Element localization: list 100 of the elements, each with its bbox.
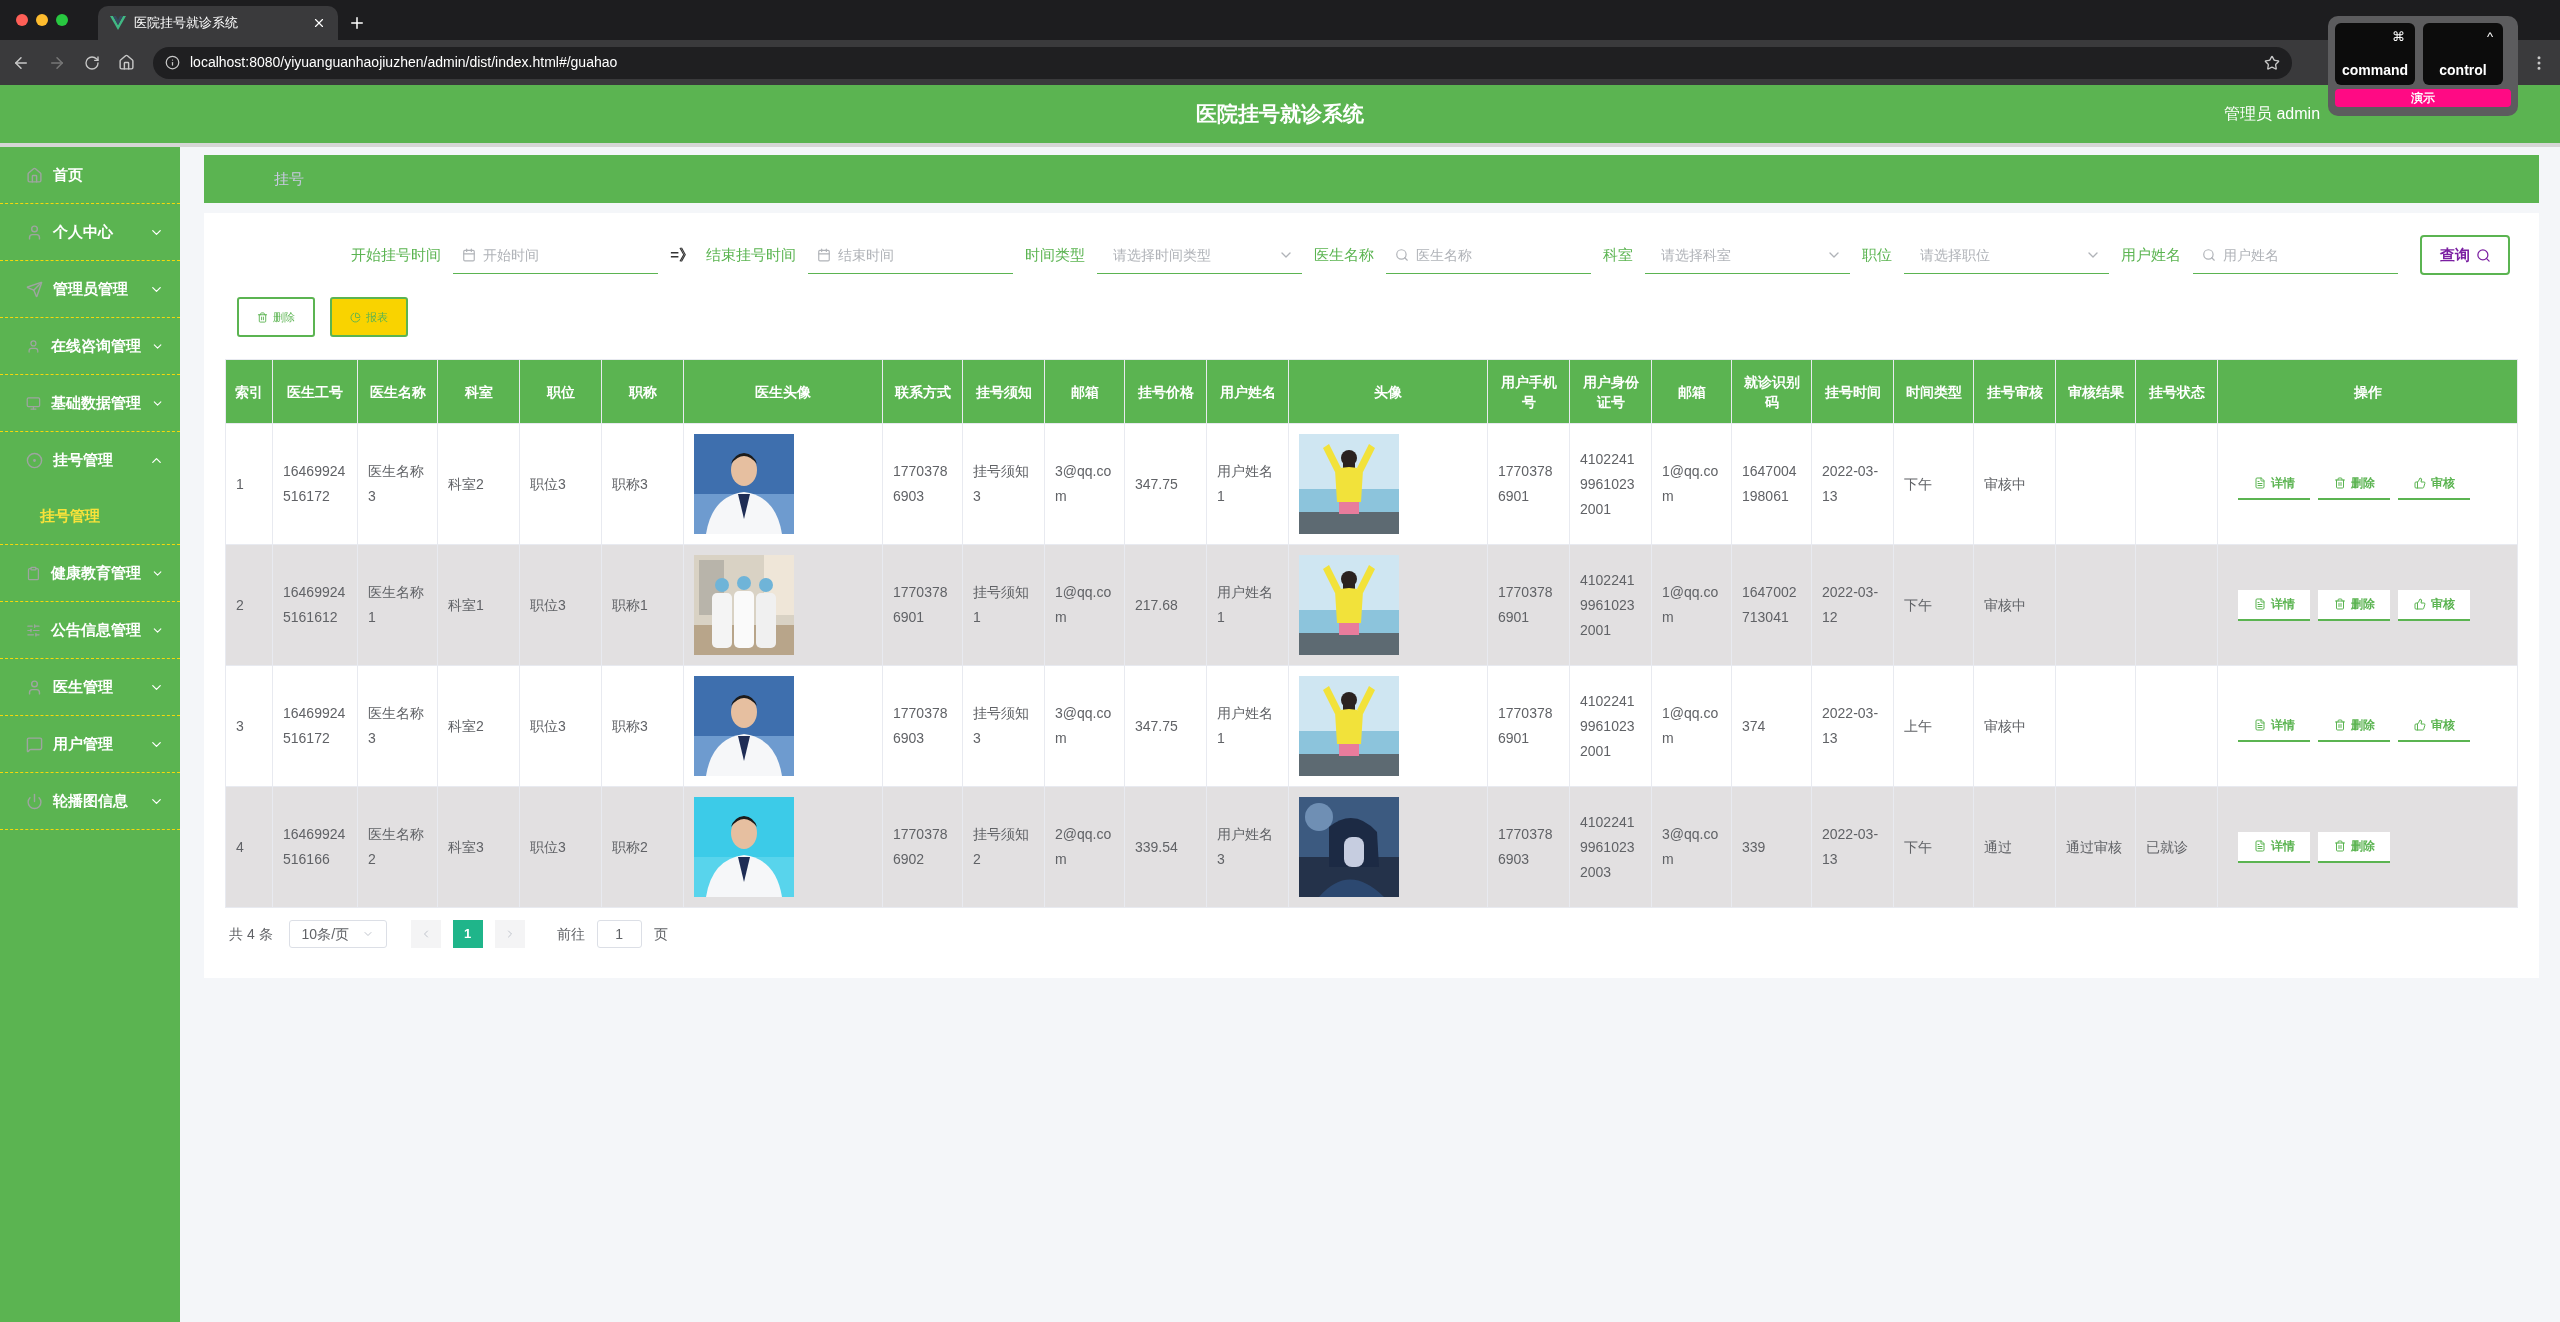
sidebar-item[interactable]: 挂号管理 xyxy=(0,432,180,488)
page-button[interactable]: 1 xyxy=(452,920,483,948)
power-icon xyxy=(26,792,43,810)
address-bar[interactable]: localhost:8080/yiyuanguanhaojiuzhen/admin/dist/index.html#/guahao xyxy=(153,46,2292,79)
column-header: 挂号价格 xyxy=(1124,359,1207,424)
search-field[interactable]: 用户姓名 xyxy=(2193,236,2398,274)
delete-button[interactable]: 删除 xyxy=(2318,589,2390,621)
date-field[interactable]: 结束时间 xyxy=(808,236,1013,274)
submenu-item[interactable]: 挂号管理 xyxy=(0,488,180,544)
column-header: 邮箱 xyxy=(1651,359,1732,424)
detail-button[interactable]: 详情 xyxy=(2238,831,2310,863)
minimize-window-icon[interactable] xyxy=(36,14,48,26)
page-suffix: 页 xyxy=(653,924,668,944)
column-header: 医生工号 xyxy=(272,359,358,424)
table-cell: 通过 xyxy=(1984,838,2012,855)
filter-label: 结束挂号时间 xyxy=(706,244,796,265)
table-cell: 1@qq.com xyxy=(1662,705,1719,746)
sidebar-item[interactable]: 用户管理 xyxy=(0,716,180,772)
sidebar-item[interactable]: 医生管理 xyxy=(0,659,180,715)
sliders-icon xyxy=(26,621,41,639)
thumbs-up-icon xyxy=(2413,477,2426,489)
demo-badge: 演示 xyxy=(2335,89,2511,107)
sidebar-item[interactable]: 基础数据管理 xyxy=(0,375,180,431)
table-cell: 17703786903 xyxy=(893,463,948,504)
table-cell: 下午 xyxy=(1904,838,1932,855)
page-input[interactable]: 1 xyxy=(596,920,642,948)
user-label: 管理员 admin xyxy=(2224,104,2321,124)
sidebar-item[interactable]: 在线咨询管理 xyxy=(0,318,180,374)
sidebar-item[interactable]: 公告信息管理 xyxy=(0,602,180,658)
table-cell: 410224199610232003 xyxy=(1580,813,1635,880)
detail-button[interactable]: 详情 xyxy=(2238,589,2310,621)
column-header: 医生名称 xyxy=(357,359,438,424)
filter-label: 科室 xyxy=(1603,244,1633,265)
table-cell: 17703786901 xyxy=(1498,463,1553,504)
column-header: 用户身份证号 xyxy=(1569,359,1652,424)
table-cell: 3 xyxy=(236,717,244,734)
table-cell: 164699245161612 xyxy=(283,584,346,625)
column-header: 医生头像 xyxy=(683,359,883,424)
document-icon xyxy=(2253,840,2266,852)
table-cell: 科室2 xyxy=(448,475,484,492)
table-cell: 用户姓名1 xyxy=(1217,463,1273,504)
search-icon xyxy=(2202,248,2216,262)
chat-icon xyxy=(26,735,43,753)
table-cell: 16469924516172 xyxy=(283,705,346,746)
table-cell: 1@qq.com xyxy=(1662,463,1719,504)
table-cell: 410224199610232001 xyxy=(1580,450,1635,517)
reload-icon[interactable] xyxy=(84,54,100,71)
table-cell: 下午 xyxy=(1904,475,1932,492)
column-header: 联系方式 xyxy=(882,359,963,424)
delete-button[interactable]: 删除 xyxy=(237,297,315,337)
report-button[interactable]: 报表 xyxy=(330,297,408,337)
trash-icon xyxy=(257,311,268,323)
goto-label: 前往 xyxy=(556,924,585,944)
delete-button[interactable]: 删除 xyxy=(2318,831,2390,863)
sidebar-item[interactable]: 轮播图信息 xyxy=(0,773,180,829)
maximize-window-icon[interactable] xyxy=(56,14,68,26)
sidebar-item[interactable]: 首页 xyxy=(0,147,180,203)
close-window-icon[interactable] xyxy=(16,14,28,26)
table-cell: 挂号须知2 xyxy=(973,826,1029,867)
thumbs-up-icon xyxy=(2413,719,2426,731)
table-cell: 2022-03-12 xyxy=(1822,584,1879,625)
close-icon[interactable] xyxy=(312,16,326,30)
page-size-select[interactable]: 10条/页 xyxy=(288,920,387,948)
sidebar-item[interactable]: 个人中心 xyxy=(0,204,180,260)
breadcrumb-text: 挂号 xyxy=(274,168,304,189)
table-cell: 职称2 xyxy=(612,838,648,855)
new-tab-icon[interactable] xyxy=(348,14,366,32)
sidebar-item[interactable]: 健康教育管理 xyxy=(0,545,180,601)
table-cell: 17703786902 xyxy=(893,826,948,867)
table-cell: 374 xyxy=(1742,717,1766,734)
column-header: 职称 xyxy=(601,359,684,424)
bookmark-icon[interactable] xyxy=(2264,54,2280,71)
column-header: 就诊识别码 xyxy=(1731,359,1812,424)
table-cell: 347.75 xyxy=(1135,717,1178,734)
home-icon[interactable] xyxy=(118,54,135,71)
column-header: 邮箱 xyxy=(1044,359,1125,424)
keyboard-key: ^ control xyxy=(2423,23,2503,85)
select-field[interactable]: 请选择职位 xyxy=(1904,236,2109,274)
user-icon xyxy=(26,337,41,355)
table-cell: 职位3 xyxy=(530,596,566,613)
select-field[interactable]: 请选择时间类型 xyxy=(1097,236,1302,274)
search-field[interactable]: 医生名称 xyxy=(1386,236,1591,274)
table-cell: 审核中 xyxy=(1984,475,2026,492)
table-cell: 339.54 xyxy=(1135,838,1178,855)
trash-icon xyxy=(2333,477,2346,489)
keyboard-key: ⌘ command xyxy=(2335,23,2415,85)
document-icon xyxy=(2253,719,2266,731)
column-header: 时间类型 xyxy=(1893,359,1974,424)
column-header: 用户姓名 xyxy=(1206,359,1289,424)
date-field[interactable]: 开始时间 xyxy=(453,236,659,274)
clipboard-icon xyxy=(26,564,41,582)
v-logo-icon xyxy=(110,16,126,30)
browser-tab[interactable]: 医院挂号就诊系统 xyxy=(98,6,338,40)
sidebar-item[interactable]: 管理员管理 xyxy=(0,261,180,317)
select-field[interactable]: 请选择科室 xyxy=(1645,236,1850,274)
table-cell: 1647002713041 xyxy=(1742,584,1797,625)
query-button[interactable]: 查询 xyxy=(2420,235,2510,275)
review-button[interactable]: 审核 xyxy=(2398,589,2470,621)
table-cell: 410224199610232001 xyxy=(1580,692,1635,759)
url-text: localhost:8080/yiyuanguanhaojiuzhen/admin/dist/index.html#/guahao xyxy=(190,53,619,72)
